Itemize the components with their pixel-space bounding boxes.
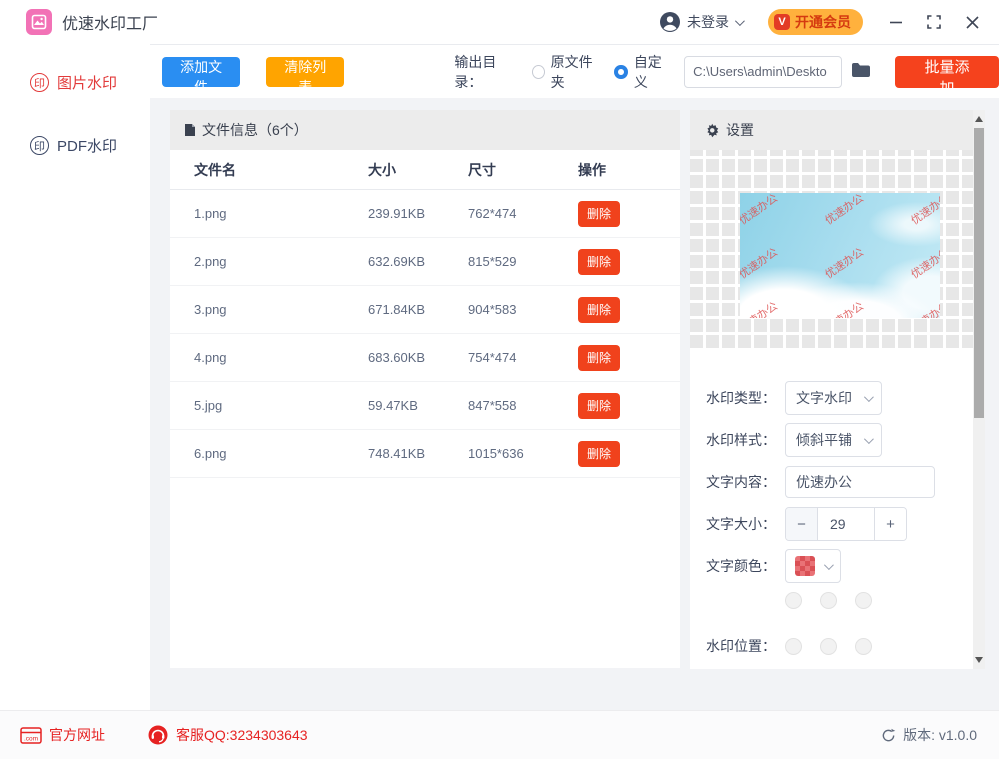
settings-panel: 设置 优速办公 优速办公 优速办公 优速办公 优速办公 优速办公 优速办公 优速… [690,110,985,669]
watermark-style-select[interactable]: 倾斜平铺 [785,423,882,457]
table-row: 1.png 239.91KB 762*474 删除 [170,190,680,238]
login-menu[interactable]: 未登录 [659,11,742,33]
delete-button[interactable]: 删除 [578,441,620,467]
stamp-icon: 印 [30,136,49,155]
table-header-row: 文件名 大小 尺寸 操作 [170,150,680,190]
footer: .com 官方网址 客服QQ:3234303643 版本: v1.0.0 [0,710,999,759]
delete-button[interactable]: 删除 [578,345,620,371]
chevron-down-icon [864,434,874,444]
delete-button[interactable]: 删除 [578,201,620,227]
vip-icon: V [774,14,790,30]
table-row: 5.jpg 59.47KB 847*558 删除 [170,382,680,430]
svg-text:.com: .com [24,735,38,742]
sidebar-item-image-watermark[interactable]: 印 图片水印 [0,58,150,107]
close-button[interactable] [957,7,987,37]
font-size-stepper: − 29 + [785,507,907,541]
table-row: 6.png 748.41KB 1015*636 删除 [170,430,680,478]
settings-scrollbar[interactable] [973,110,985,669]
font-size-value: 29 [818,508,874,540]
title-bar: 优速水印工厂 未登录 V 开通会员 [0,0,999,44]
official-website-link[interactable]: .com 官方网址 [20,725,105,745]
text-content-row: 文字内容： [690,465,973,499]
radio-custom-folder[interactable]: 自定义 [614,52,672,92]
watermark-preview-image: 优速办公 优速办公 优速办公 优速办公 优速办公 优速办公 优速办公 优速办公 … [740,193,940,318]
gear-icon [704,123,719,138]
col-size: 大小 [368,160,468,180]
support-qq-link[interactable]: 客服QQ:3234303643 [147,724,308,746]
output-path-input[interactable] [684,56,842,88]
watermark-text-input[interactable] [785,466,935,498]
text-color-row: 文字颜色： [690,549,973,583]
watermark-style-row: 水印样式： 倾斜平铺 [690,423,973,457]
radio-original-folder[interactable]: 原文件夹 [532,52,603,92]
position-radio[interactable] [785,638,802,655]
version-info: 版本: v1.0.0 [881,725,977,745]
position-radio[interactable] [820,592,837,609]
col-filename: 文件名 [170,160,368,180]
app-logo-icon [26,9,52,35]
increase-size-button[interactable]: + [874,508,906,540]
sidebar-item-label: 图片水印 [57,72,117,93]
file-table-panel: 文件信息（6个） 文件名 大小 尺寸 操作 1.png 239.91KB 762… [170,110,680,668]
open-vip-button[interactable]: V 开通会员 [768,9,863,35]
login-label: 未登录 [687,12,729,32]
watermark-type-row: 水印类型： 文字水印 [690,381,973,415]
chevron-down-icon [864,392,874,402]
app-title: 优速水印工厂 [62,10,158,34]
batch-add-button[interactable]: 批量添加 [895,56,999,88]
position-radio[interactable] [785,592,802,609]
watermark-position-row: 水印位置： [690,629,973,663]
scroll-down-icon[interactable] [975,657,983,663]
table-row: 2.png 632.69KB 815*529 删除 [170,238,680,286]
position-radio-row [785,592,872,609]
headset-icon [147,724,169,746]
color-picker-button[interactable] [785,549,841,583]
browse-folder-button[interactable] [851,62,871,81]
sidebar: 印 图片水印 印 PDF水印 [0,44,150,710]
file-info-header: 文件信息（6个） [170,110,680,150]
chevron-down-icon [824,560,834,570]
sidebar-item-pdf-watermark[interactable]: 印 PDF水印 [0,121,150,170]
sidebar-item-label: PDF水印 [57,135,117,156]
user-icon [659,11,681,33]
color-swatch [795,556,815,576]
text-size-row: 文字大小： − 29 + [690,507,973,541]
document-icon [184,123,196,137]
watermark-type-select[interactable]: 文字水印 [785,381,882,415]
delete-button[interactable]: 删除 [578,249,620,275]
chevron-down-icon [735,16,745,26]
position-radio[interactable] [855,638,872,655]
add-files-button[interactable]: 添加文件 [162,57,240,87]
stamp-icon: 印 [30,73,49,92]
table-row: 4.png 683.60KB 754*474 删除 [170,334,680,382]
scrollbar-thumb[interactable] [974,128,984,418]
scroll-up-icon[interactable] [975,116,983,122]
position-radio[interactable] [820,638,837,655]
delete-button[interactable]: 删除 [578,393,620,419]
col-action: 操作 [578,160,678,180]
refresh-icon [881,728,896,743]
delete-button[interactable]: 删除 [578,297,620,323]
maximize-button[interactable] [919,7,949,37]
toolbar: 添加文件 清除列表 输出目录： 原文件夹 自定义 批量添加 [150,44,999,98]
col-dim: 尺寸 [468,160,578,180]
table-row: 3.png 671.84KB 904*583 删除 [170,286,680,334]
radio-circle-icon [532,65,545,79]
clear-list-button[interactable]: 清除列表 [266,57,344,87]
minimize-button[interactable] [881,7,911,37]
radio-selected-icon [614,65,627,79]
output-dir-label: 输出目录： [454,52,519,92]
folder-icon [851,62,871,78]
decrease-size-button[interactable]: − [786,508,818,540]
position-radio[interactable] [855,592,872,609]
settings-header: 设置 [690,110,973,150]
website-icon: .com [20,727,42,744]
